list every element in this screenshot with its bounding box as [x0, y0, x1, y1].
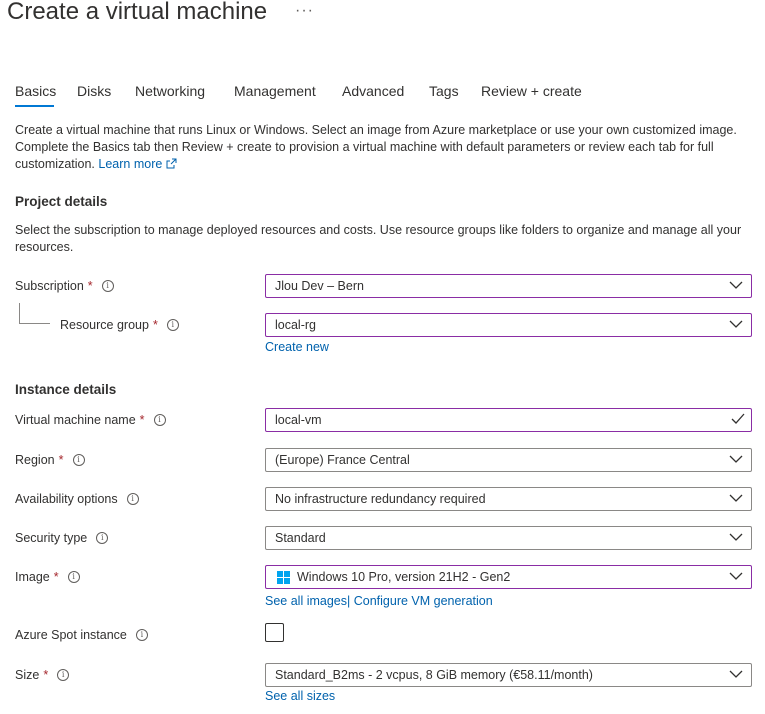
external-link-icon: [166, 158, 177, 169]
availability-options-label: Availability options i: [15, 492, 139, 506]
tab-advanced[interactable]: Advanced: [342, 83, 404, 99]
checkmark-icon: [731, 413, 745, 424]
configure-vm-generation-link[interactable]: Configure VM generation: [354, 594, 493, 608]
tab-management[interactable]: Management: [234, 83, 316, 99]
create-new-link[interactable]: Create new: [265, 340, 329, 354]
subscription-select[interactable]: Jlou Dev – Bern: [265, 274, 752, 298]
security-type-label: Security type i: [15, 531, 109, 545]
tab-review-create[interactable]: Review + create: [481, 83, 582, 99]
info-icon[interactable]: i: [135, 629, 148, 641]
windows-logo-icon: [277, 571, 291, 585]
info-icon[interactable]: i: [67, 571, 80, 583]
chevron-down-icon: [729, 670, 743, 678]
vm-name-input[interactable]: local-vm: [265, 408, 752, 432]
region-label: Region * i: [15, 453, 85, 467]
availability-options-select[interactable]: No infrastructure redundancy required: [265, 487, 752, 511]
chevron-down-icon: [729, 281, 743, 289]
info-icon[interactable]: i: [153, 414, 166, 426]
see-all-images-link[interactable]: See all images: [265, 594, 347, 608]
chevron-down-icon: [729, 572, 743, 580]
page-title: Create a virtual machine: [7, 0, 268, 25]
tab-tags[interactable]: Tags: [429, 83, 459, 99]
tree-connector: [19, 303, 20, 323]
see-all-sizes-link[interactable]: See all sizes: [265, 689, 335, 703]
learn-more-link[interactable]: Learn more: [98, 157, 177, 171]
image-label: Image * i: [15, 570, 80, 584]
info-icon[interactable]: i: [101, 280, 114, 292]
project-details-description: Select the subscription to manage deploy…: [15, 223, 742, 254]
info-icon[interactable]: i: [166, 319, 179, 331]
info-icon[interactable]: i: [57, 669, 70, 681]
spot-instance-label: Azure Spot instance i: [15, 628, 148, 642]
chevron-down-icon: [729, 455, 743, 463]
intro-description: Create a virtual machine that runs Linux…: [15, 122, 755, 173]
info-icon[interactable]: i: [126, 493, 139, 505]
tab-basics[interactable]: Basics: [15, 83, 56, 99]
image-select[interactable]: Windows 10 Pro, version 21H2 - Gen2: [265, 565, 752, 589]
security-type-select[interactable]: Standard: [265, 526, 752, 550]
spot-instance-checkbox[interactable]: [265, 623, 284, 642]
size-select[interactable]: Standard_B2ms - 2 vcpus, 8 GiB memory (€…: [265, 663, 752, 687]
tab-disks[interactable]: Disks: [77, 83, 111, 99]
project-details-heading: Project details: [15, 194, 108, 209]
chevron-down-icon: [729, 533, 743, 541]
more-options-icon[interactable]: ···: [295, 2, 314, 20]
chevron-down-icon: [729, 320, 743, 328]
info-icon[interactable]: i: [72, 454, 85, 466]
chevron-down-icon: [729, 494, 743, 502]
info-icon[interactable]: i: [96, 532, 109, 544]
tree-connector: [19, 323, 50, 324]
instance-details-heading: Instance details: [15, 382, 117, 397]
resource-group-select[interactable]: local-rg: [265, 313, 752, 337]
size-label: Size * i: [15, 668, 70, 682]
image-links: See all images| Configure VM generation: [265, 594, 493, 608]
vm-name-label: Virtual machine name * i: [15, 413, 166, 427]
active-tab-indicator: [15, 105, 54, 107]
tab-networking[interactable]: Networking: [135, 83, 205, 99]
resource-group-label: Resource group * i: [60, 318, 179, 332]
subscription-label: Subscription * i: [15, 279, 114, 293]
region-select[interactable]: (Europe) France Central: [265, 448, 752, 472]
